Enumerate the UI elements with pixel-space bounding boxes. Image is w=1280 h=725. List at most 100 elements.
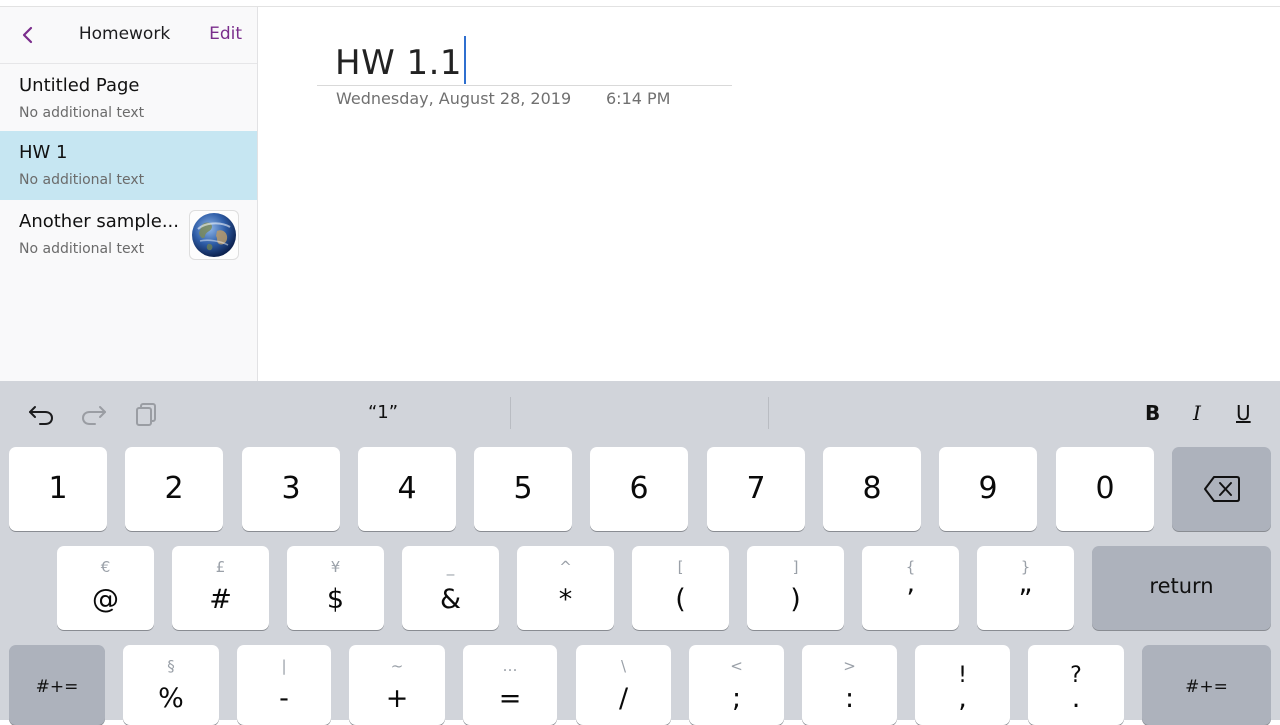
return-key[interactable]: return xyxy=(1092,546,1271,630)
key-label: 0 xyxy=(1095,471,1115,506)
sidebar-header: Homework Edit xyxy=(0,7,257,64)
note-time: 6:14 PM xyxy=(606,89,671,108)
key-label: ; xyxy=(731,683,742,714)
backspace-icon xyxy=(1204,476,1240,502)
key-equals[interactable]: … = xyxy=(463,645,557,725)
key-label: - xyxy=(279,683,289,714)
key-label: * xyxy=(558,584,573,615)
key-0[interactable]: 0 xyxy=(1056,447,1154,531)
text-cursor xyxy=(464,36,467,84)
page-title: Another sample... xyxy=(19,211,180,232)
key-7[interactable]: 7 xyxy=(707,447,805,531)
key-alt-label: ~ xyxy=(390,657,404,675)
symbols-toggle-key-left[interactable]: #+= xyxy=(9,645,105,725)
key-alt-label: \ xyxy=(620,657,627,675)
key-open-paren[interactable]: [( xyxy=(632,546,729,630)
page-title: HW 1 xyxy=(19,142,68,163)
key-alt-label: _ xyxy=(446,558,455,576)
key-alt-label: … xyxy=(502,657,518,675)
key-comma[interactable]: !, xyxy=(915,645,1010,725)
bold-button[interactable]: B xyxy=(1145,401,1160,425)
key-label: + xyxy=(385,683,409,714)
key-label: 3 xyxy=(281,471,301,506)
note-title[interactable]: HW 1.1 xyxy=(335,36,467,84)
key-label: % xyxy=(158,683,184,714)
key-semicolon[interactable]: <; xyxy=(689,645,784,725)
key-label: 7 xyxy=(746,471,766,506)
key-3[interactable]: 3 xyxy=(242,447,340,531)
key-2[interactable]: 2 xyxy=(125,447,223,531)
key-alt-label: < xyxy=(730,657,743,675)
redo-icon[interactable] xyxy=(79,398,109,428)
key-label: #+= xyxy=(35,677,79,697)
key-period[interactable]: ?. xyxy=(1028,645,1124,725)
key-hash[interactable]: £ # xyxy=(172,546,269,630)
key-label: ) xyxy=(790,584,801,615)
key-at[interactable]: € @ xyxy=(57,546,154,630)
key-alt-label: ] xyxy=(792,558,799,576)
symbols-toggle-key-right[interactable]: #+= xyxy=(1142,645,1271,725)
keyboard-toolbar: “1” B I U xyxy=(0,381,1280,445)
key-5[interactable]: 5 xyxy=(474,447,572,531)
on-screen-keyboard: “1” B I U 1 2 3 4 5 6 7 8 9 0 € @ £ # ¥ $ _… xyxy=(0,381,1280,725)
page-list-sidebar: Homework Edit Untitled Page No additiona… xyxy=(0,7,258,381)
key-close-paren[interactable]: ]) xyxy=(747,546,844,630)
page-subtitle: No additional text xyxy=(19,241,145,257)
paste-icon[interactable] xyxy=(133,398,163,428)
key-alt-label: ¥ xyxy=(330,558,341,576)
note-title-text[interactable]: HW 1.1 xyxy=(335,43,462,83)
undo-icon[interactable] xyxy=(26,398,56,428)
underline-button[interactable]: U xyxy=(1236,401,1251,425)
key-label: , xyxy=(958,683,967,714)
key-asterisk[interactable]: ^ * xyxy=(517,546,614,630)
title-underline xyxy=(317,85,732,86)
key-alt-label: ^ xyxy=(559,558,572,576)
key-quote[interactable]: }” xyxy=(977,546,1074,630)
autocorrect-suggestion[interactable]: “1” xyxy=(256,402,510,423)
page-title: Untitled Page xyxy=(19,75,140,96)
key-label: = xyxy=(498,683,522,714)
key-label: 6 xyxy=(629,471,649,506)
key-label: @ xyxy=(92,584,119,615)
key-alt-label: £ xyxy=(215,558,226,576)
key-label: / xyxy=(618,683,629,714)
backspace-key[interactable] xyxy=(1172,447,1271,531)
earth-globe-icon xyxy=(192,213,236,257)
key-colon[interactable]: >: xyxy=(802,645,897,725)
key-alt-label: [ xyxy=(677,558,684,576)
suggestion-divider xyxy=(768,397,769,429)
key-plus[interactable]: ~ + xyxy=(349,645,445,725)
key-slash[interactable]: \ / xyxy=(576,645,671,725)
edit-button[interactable]: Edit xyxy=(209,24,242,44)
key-label: . xyxy=(1071,683,1081,714)
key-alt-label: } xyxy=(1020,558,1031,576)
key-label: ’ xyxy=(906,584,915,615)
key-1[interactable]: 1 xyxy=(9,447,107,531)
key-9[interactable]: 9 xyxy=(939,447,1037,531)
page-item-hw1[interactable]: HW 1 No additional text xyxy=(0,131,257,200)
key-label: 8 xyxy=(862,471,882,506)
key-4[interactable]: 4 xyxy=(358,447,456,531)
key-apostrophe[interactable]: {’ xyxy=(862,546,959,630)
key-label: & xyxy=(439,584,462,615)
key-label: #+= xyxy=(1185,677,1228,697)
key-alt-label: € xyxy=(100,558,111,576)
key-label: # xyxy=(209,584,232,615)
page-thumbnail xyxy=(189,210,239,260)
key-alt-label: > xyxy=(843,657,856,675)
key-alt-label: | xyxy=(281,657,287,675)
key-label: 9 xyxy=(978,471,998,506)
key-percent[interactable]: §% xyxy=(123,645,219,725)
key-dollar[interactable]: ¥ $ xyxy=(287,546,384,630)
note-date: Wednesday, August 28, 2019 xyxy=(336,89,572,108)
key-8[interactable]: 8 xyxy=(823,447,921,531)
key-hyphen[interactable]: | - xyxy=(237,645,331,725)
italic-button[interactable]: I xyxy=(1193,401,1201,425)
page-item-another-sample[interactable]: Another sample... No additional text xyxy=(0,200,257,269)
page-item-untitled[interactable]: Untitled Page No additional text xyxy=(0,64,257,133)
key-6[interactable]: 6 xyxy=(590,447,688,531)
page-subtitle: No additional text xyxy=(19,105,145,121)
key-ampersand[interactable]: _ & xyxy=(402,546,499,630)
key-label: 5 xyxy=(513,471,533,506)
key-alt-label: § xyxy=(167,657,175,675)
